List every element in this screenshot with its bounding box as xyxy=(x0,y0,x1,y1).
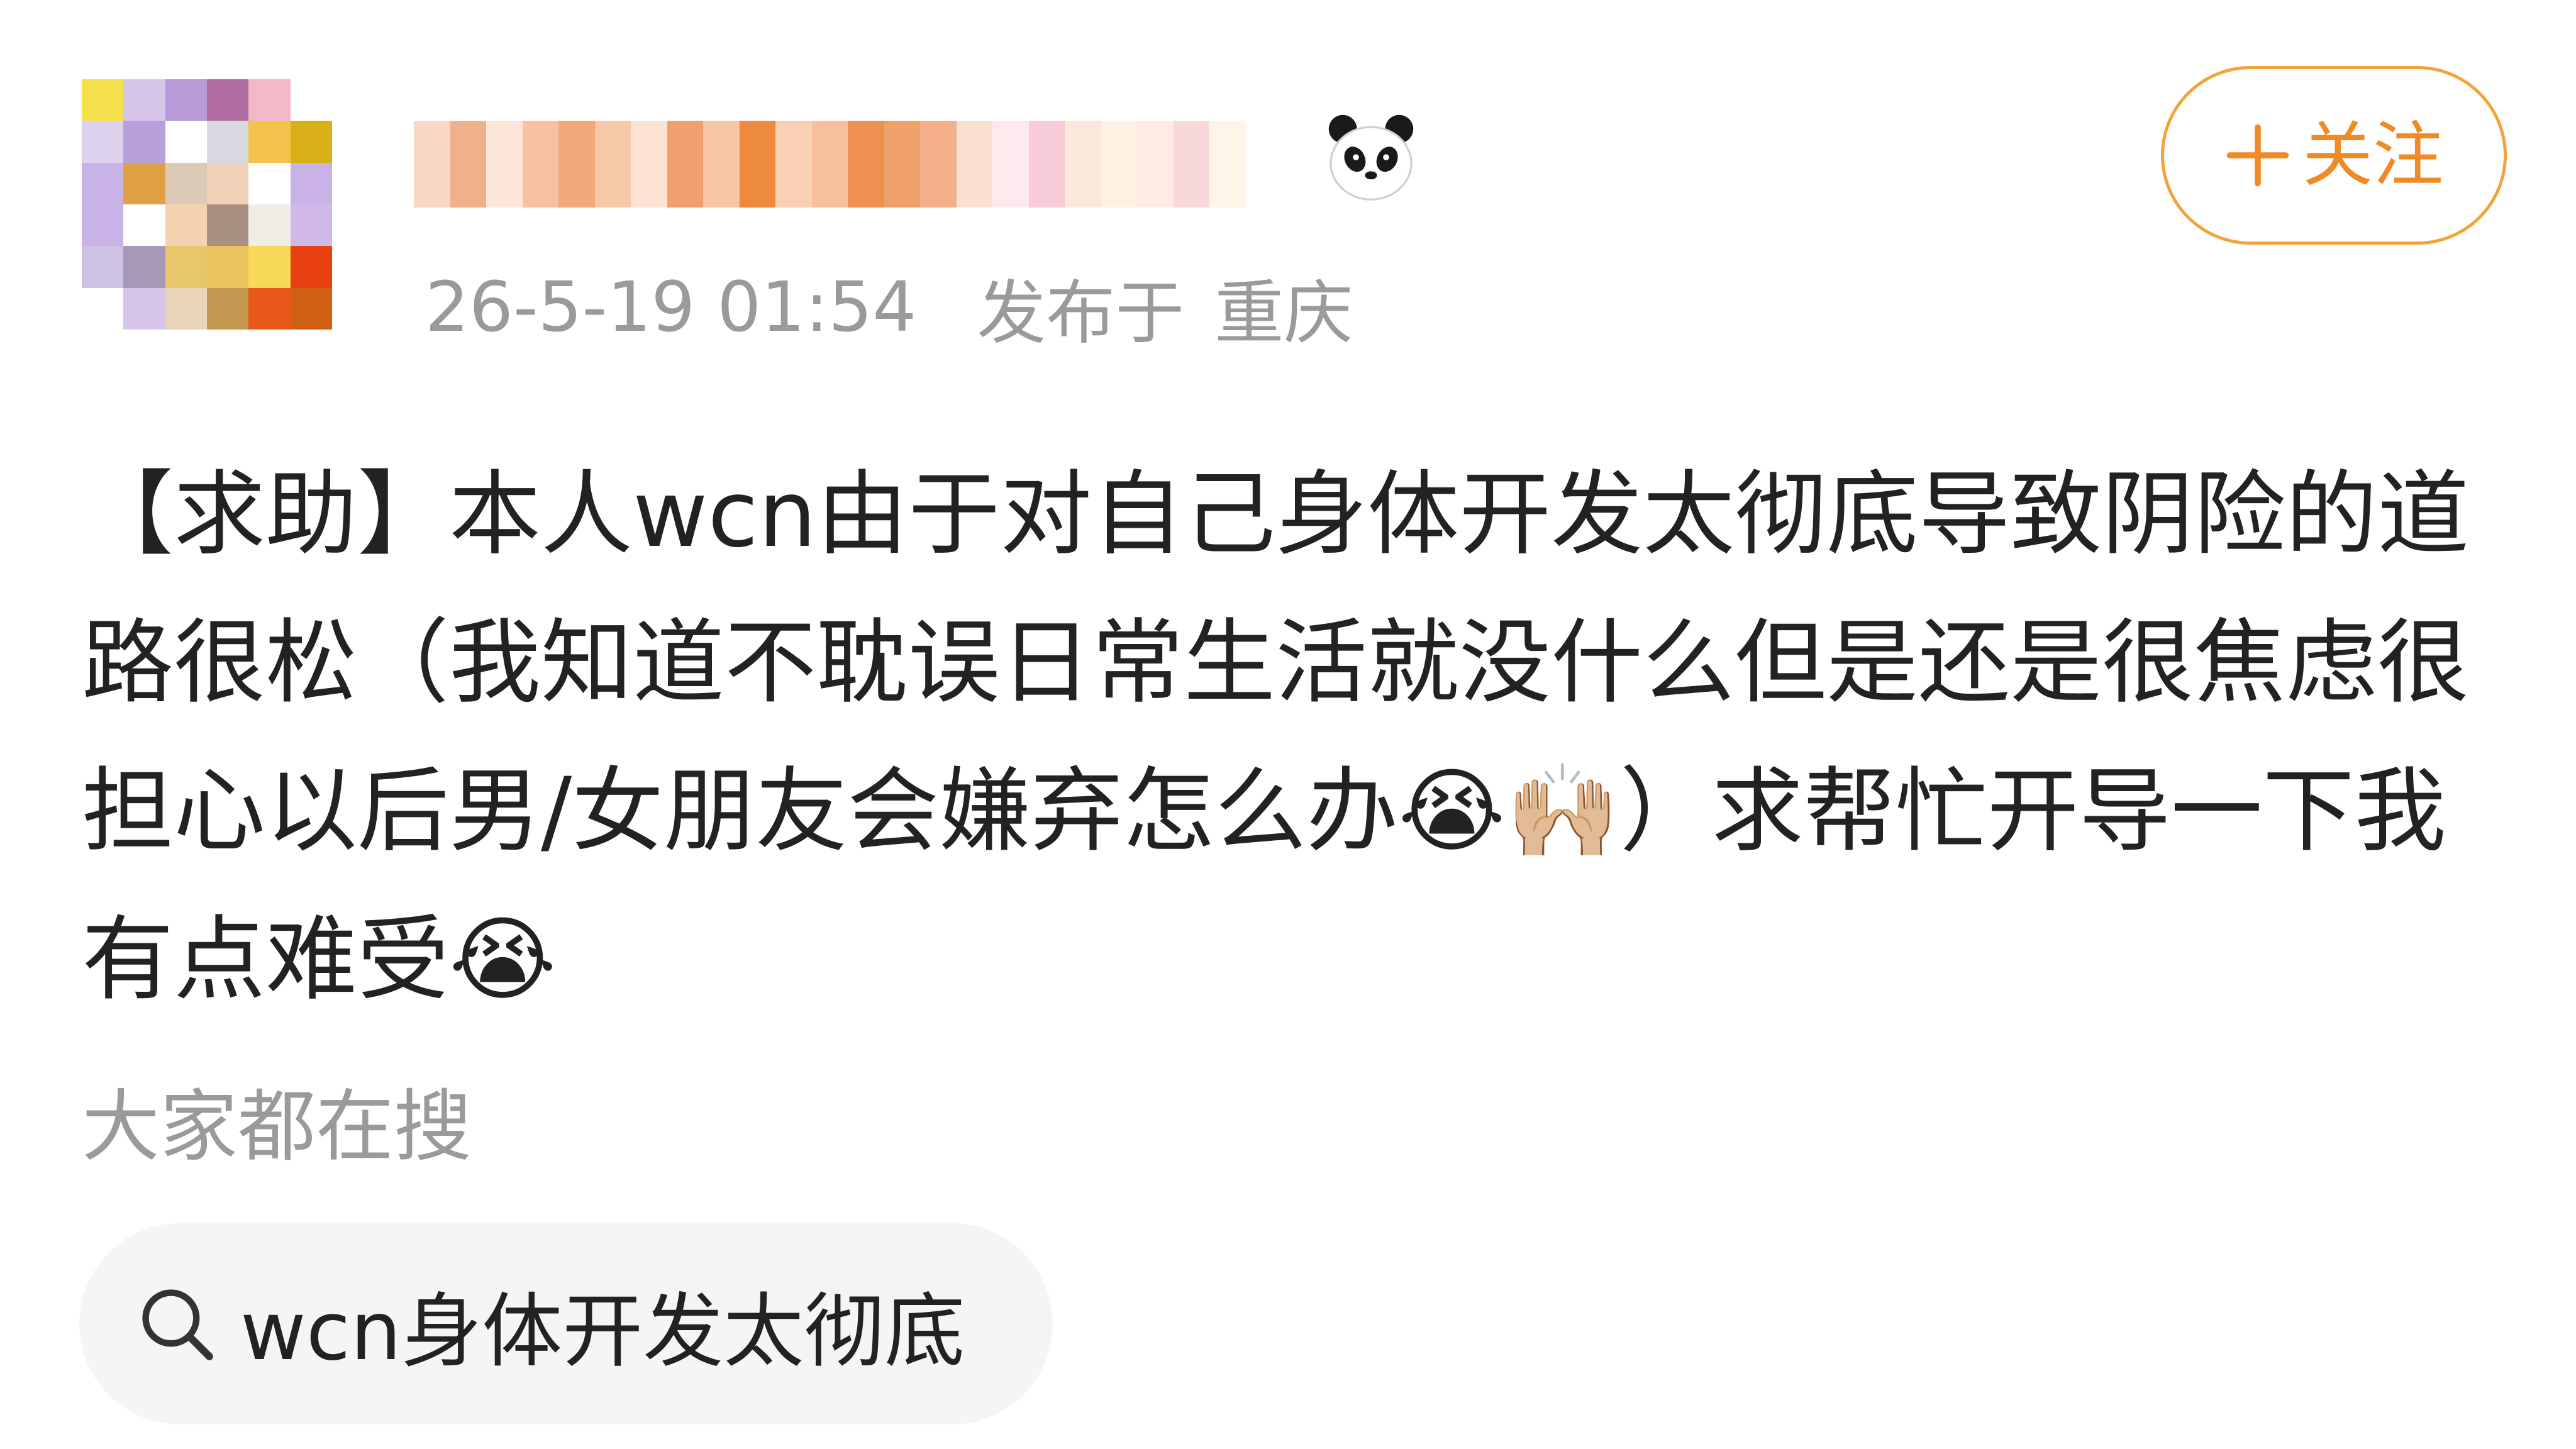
search-suggestions-heading: 大家都在搜 xyxy=(82,1082,472,1172)
follow-label: 关注 xyxy=(2302,114,2443,196)
post-timestamp: 26-5-19 01:54 xyxy=(425,267,917,347)
avatar[interactable] xyxy=(82,79,332,330)
search-suggestion-chip[interactable]: wcn身体开发太彻底 xyxy=(79,1223,1053,1424)
post-page: 关注 26-5-19 01:54 发布于 重庆 【求助】本人wcn由于对自己身体… xyxy=(0,0,2576,1449)
username-redacted[interactable] xyxy=(414,121,1282,208)
post-meta: 26-5-19 01:54 发布于 重庆 xyxy=(425,263,1353,353)
post-body-text: 【求助】本人wcn由于对自己身体开发太彻底导致阴险的道路很松（我知道不耽误日常生… xyxy=(82,461,2470,1013)
plus-icon xyxy=(2226,124,2289,187)
follow-button[interactable]: 关注 xyxy=(2161,66,2507,245)
post-location: 重庆 xyxy=(1214,273,1353,353)
search-icon xyxy=(142,1289,213,1360)
location-prefix: 发布于 xyxy=(977,273,1185,353)
panda-icon xyxy=(1328,114,1414,201)
search-suggestion-text: wcn身体开发太彻底 xyxy=(240,1284,965,1379)
